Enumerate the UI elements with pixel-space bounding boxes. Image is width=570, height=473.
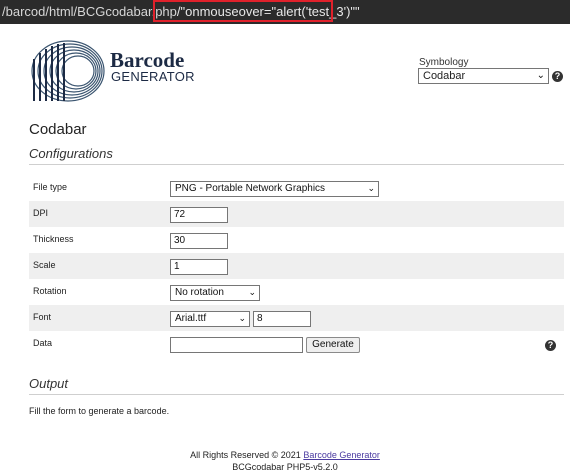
symbology-label: Symbology [419,57,469,68]
data-input[interactable] [170,337,303,353]
row-file-type: File type PNG - Portable Network Graphic… [29,175,564,201]
logo-subtitle: GENERATOR [111,69,195,84]
scale-label: Scale [33,260,56,270]
file-type-label: File type [33,182,68,192]
highlight-box [153,0,333,22]
footer-rights: All Rights Reserved © 2021 Barcode Gener… [0,450,570,460]
row-data: Data Generate ? [29,331,564,357]
row-rotation: Rotation No rotation ⌄ [29,279,564,305]
font-size-input[interactable]: 8 [253,311,311,327]
help-icon[interactable]: ? [545,340,556,351]
page-title: Codabar [29,121,87,138]
chevron-down-icon: ⌄ [367,183,375,193]
section-divider [29,394,564,395]
dpi-label: DPI [33,208,49,218]
chevron-down-icon: ⌄ [238,313,246,323]
rotation-select[interactable]: No rotation ⌄ [170,285,260,301]
rotation-value: No rotation [175,287,224,298]
output-message: Fill the form to generate a barcode. [29,406,170,416]
chevron-down-icon: ⌄ [536,70,545,81]
dpi-input[interactable]: 72 [170,207,228,223]
font-family-value: Arial.ttf [175,313,207,324]
url-prefix: /barcod/html/BCGcodabar.php [2,4,177,19]
font-label: Font [33,312,52,322]
generate-button[interactable]: Generate [306,337,360,353]
scale-input[interactable]: 1 [170,259,228,275]
footer-rights-text: All Rights Reserved © 2021 [190,450,301,460]
output-heading: Output [29,376,69,391]
file-type-select[interactable]: PNG - Portable Network Graphics ⌄ [170,181,379,197]
footer-version: BCGcodabar PHP5-v5.2.0 [232,462,338,472]
configurations-heading: Configurations [29,146,113,161]
font-family-select[interactable]: Arial.ttf ⌄ [170,311,250,327]
symbology-value: Codabar [423,70,466,82]
file-type-value: PNG - Portable Network Graphics [175,183,326,194]
data-label: Data [33,338,53,348]
section-divider [29,164,564,165]
row-dpi: DPI 72 [29,201,564,227]
help-icon[interactable]: ? [552,71,563,82]
symbology-select[interactable]: Codabar ⌄ [418,68,549,84]
logo-rings-icon [31,40,105,102]
row-scale: Scale 1 [29,253,564,279]
rotation-label: Rotation [33,286,67,296]
thickness-input[interactable]: 30 [170,233,228,249]
chevron-down-icon: ⌄ [248,287,256,297]
address-bar[interactable]: /barcod/html/BCGcodabar.php/"onmouseover… [0,0,570,24]
thickness-label: Thickness [33,234,74,244]
row-thickness: Thickness 30 [29,227,564,253]
footer-link[interactable]: Barcode Generator [303,450,380,460]
row-font: Font Arial.ttf ⌄ 8 [29,305,564,331]
